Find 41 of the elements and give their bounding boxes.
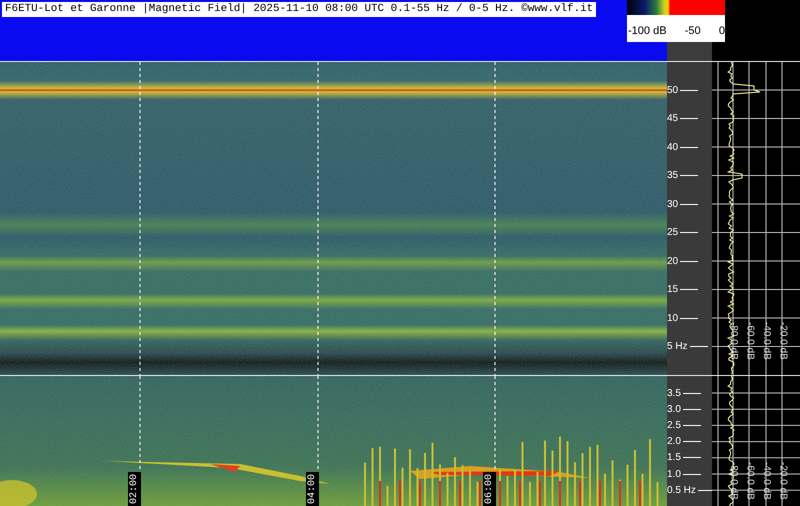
db-label: -80.0 dB [728,462,739,500]
axis-label: 3.0 [667,404,681,415]
db-label: -60.0 dB [744,322,756,360]
time-label: 02:00 [128,472,141,506]
axis-label: 30 [667,198,678,210]
axis-label: 35 [667,170,678,181]
axis-label: 2.0 [667,436,681,448]
tick-mark [682,408,701,410]
scale-label: 0 [718,25,725,38]
tick-mark [680,146,698,148]
scale-label: -50 [684,25,701,38]
axis-label: 40 [667,142,678,152]
tick-mark [680,175,698,176]
axis-label: 0.5 Hz [667,484,696,496]
axis-label: 50 [667,84,678,96]
time-label: 06:00 [483,472,496,506]
axis-label: 1.0 [667,468,681,480]
axis-label: 10 [667,312,678,324]
tick-mark [680,289,698,290]
axis-label: 45 [667,113,678,124]
db-label: -20.0 dB [778,322,788,360]
time-label: 04:00 [306,472,319,506]
axis-label: 20 [667,256,678,266]
db-label: -40.0 dB [761,322,772,360]
tick-mark [682,424,701,426]
tick-mark [690,346,708,347]
tick-mark [680,232,698,233]
tick-mark [682,392,701,394]
tick-mark [682,457,701,458]
tick-mark [680,260,698,262]
tick-mark [680,118,698,119]
axis-label: 2.5 [667,420,681,431]
scale-label: -100 dB [628,25,667,38]
axis-label: 25 [667,227,678,238]
chart-title: F6ETU-Lot et Garonne |Magnetic Field| 2025-11-10 08:00 UTC 0.1-55 Hz / 0-5 Hz. ©www.vlf.it [2,2,596,17]
axis-label: 15 [667,284,678,295]
db-label: -80.0 dB [728,322,739,360]
tick-mark [682,441,701,442]
axis-label: 1.5 [667,452,681,464]
axis-label: 3.5 [667,388,681,398]
axis-label: 5 Hz [667,341,688,352]
